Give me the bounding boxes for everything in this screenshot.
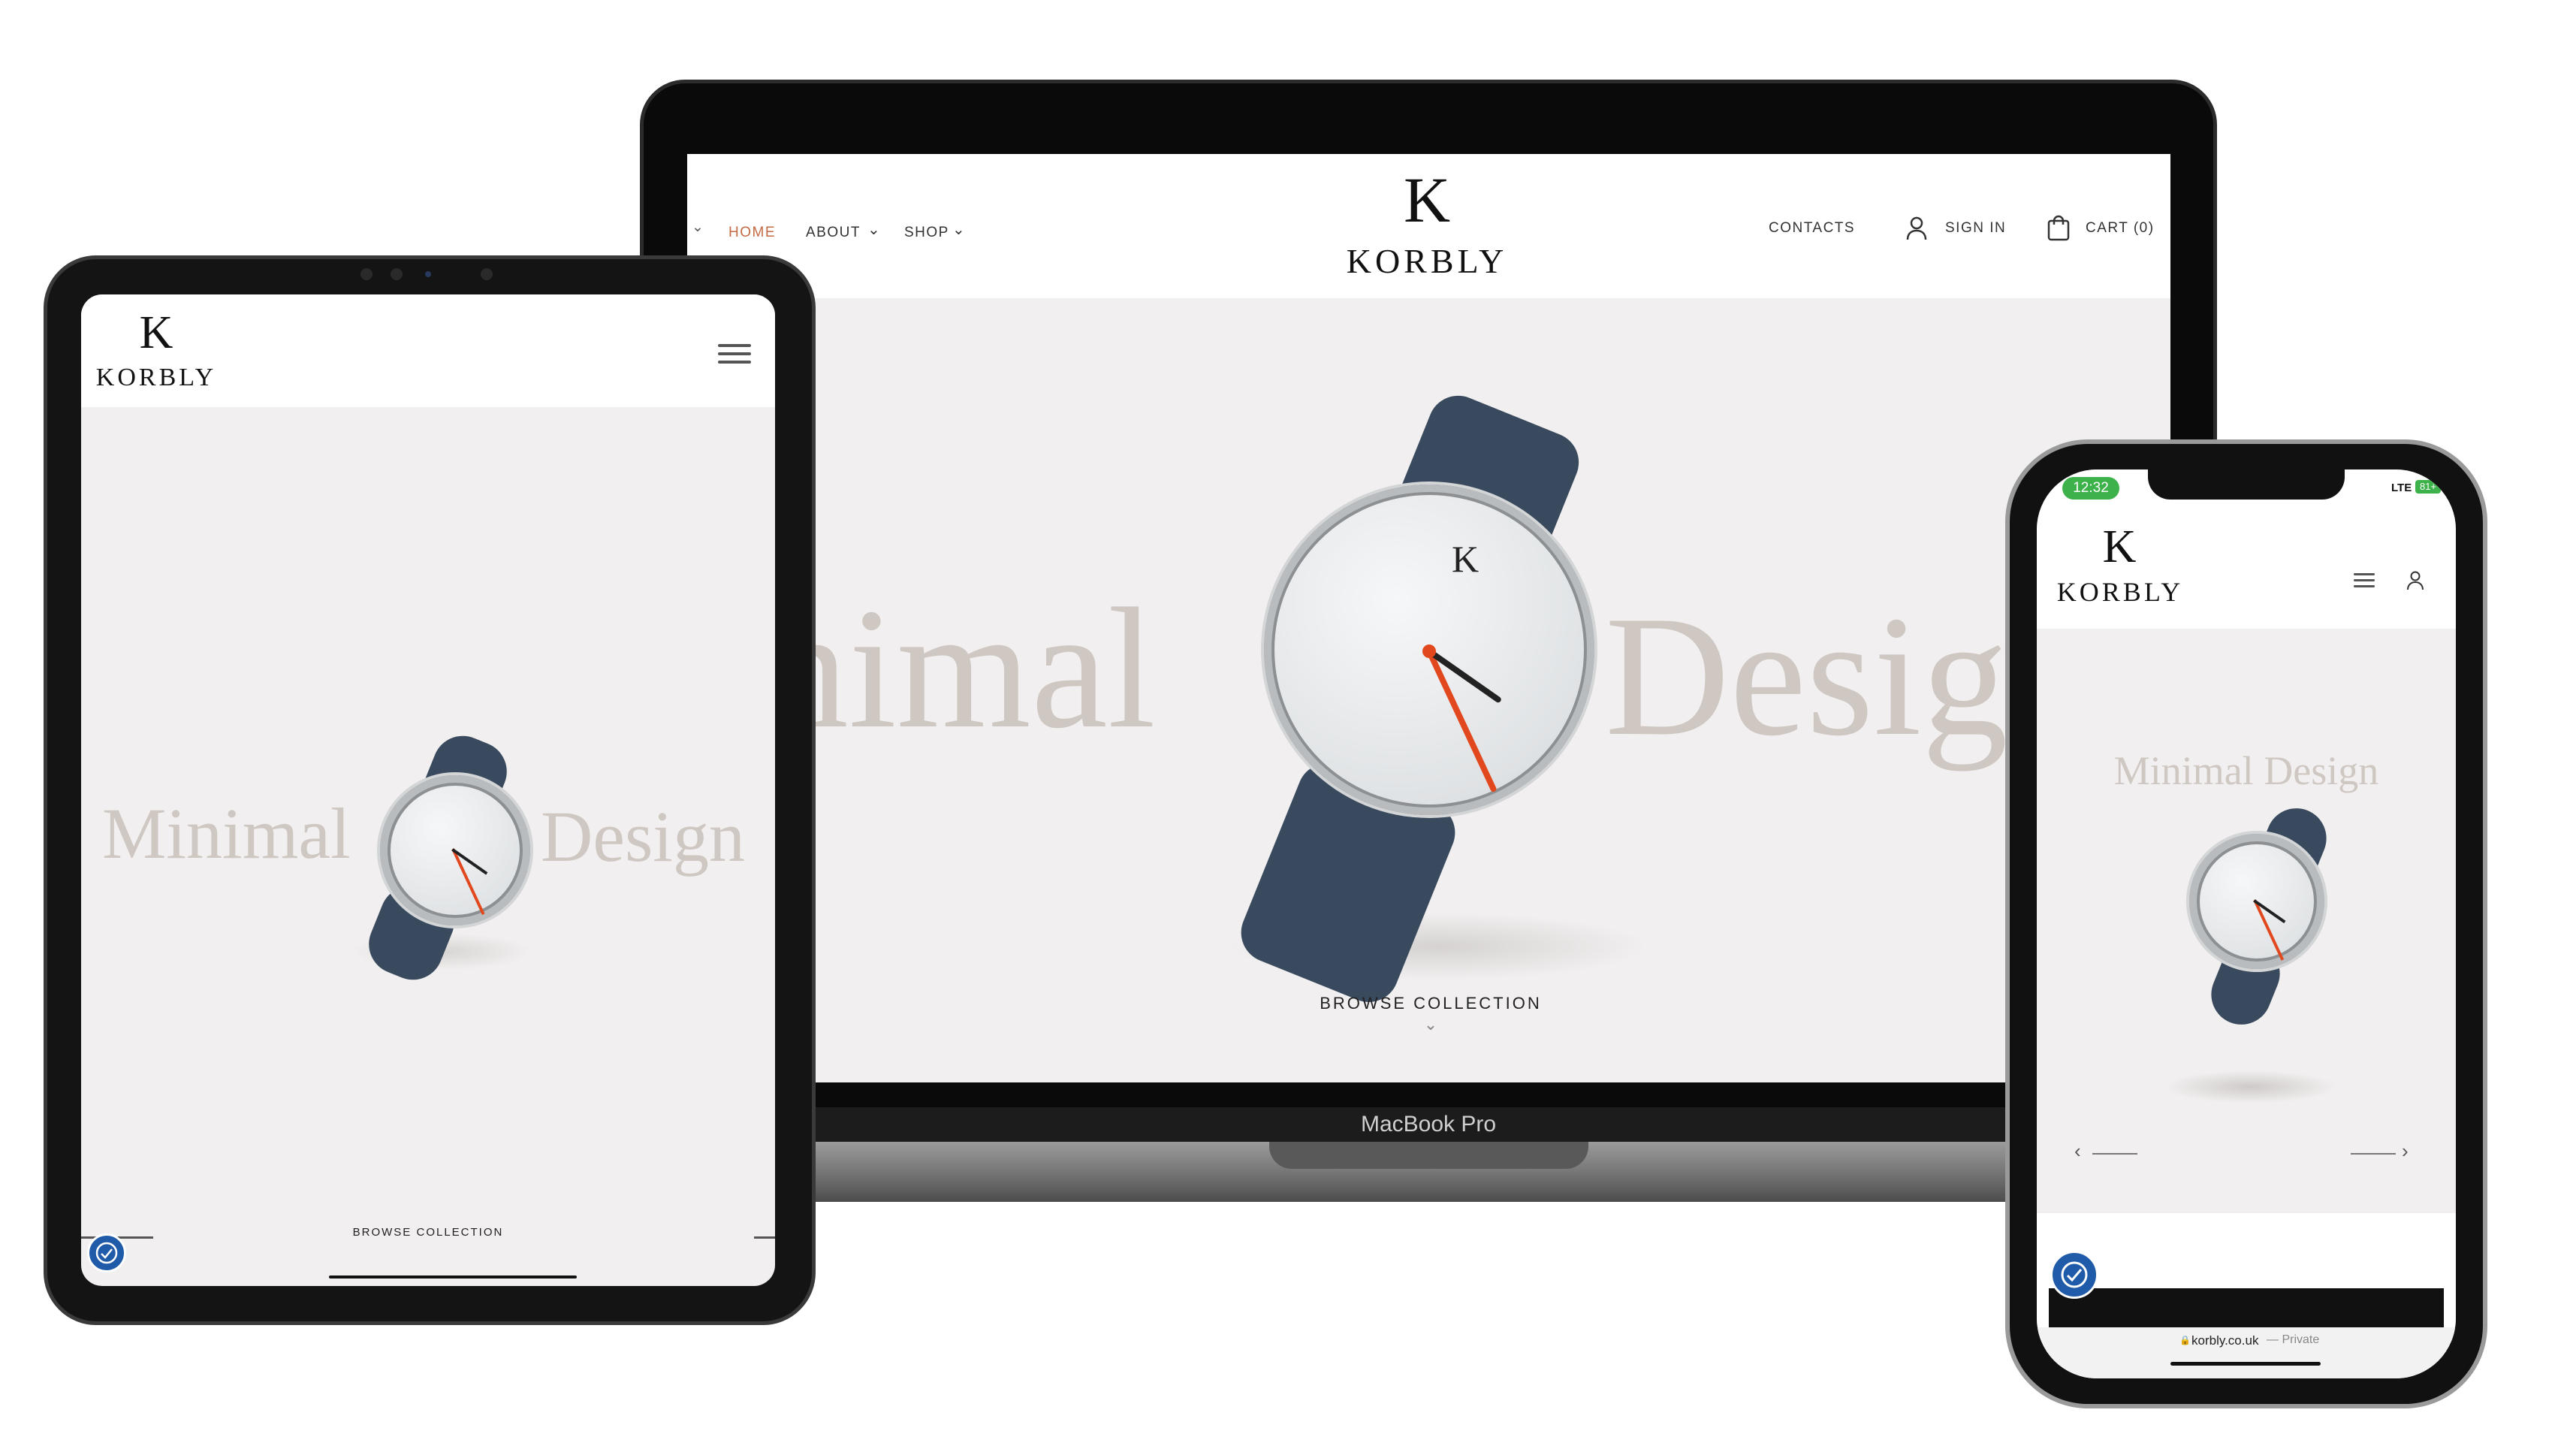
nav-about[interactable]: ABOUT — [806, 225, 861, 241]
chevron-down-icon: ⌄ — [952, 222, 967, 238]
laptop-screen: ⌄ HOME ABOUT ⌄ SHOP ⌄ K KORBLY CONTACTS … — [687, 154, 2170, 1082]
browse-collection-link[interactable]: BROWSE COLLECTION — [1303, 994, 1558, 1013]
browser-bar: 🔒 korbly.co.uk — Private — [2037, 1327, 2456, 1378]
watch-second-hand — [1425, 647, 1498, 793]
logo-monogram: K — [1403, 164, 1451, 236]
home-indicator — [329, 1275, 577, 1278]
watch-image[interactable] — [380, 775, 530, 925]
chevron-down-icon[interactable]: ⌄ — [1422, 1015, 1440, 1034]
logo-monogram: K — [2102, 521, 2137, 572]
arrow-right-icon[interactable]: › — [2351, 1140, 2418, 1165]
status-bar: 12:32 LTE 81+ — [2037, 469, 2456, 519]
accessibility-icon[interactable] — [87, 1233, 126, 1272]
watch-image[interactable] — [2189, 834, 2324, 969]
status-time: 12:32 — [2062, 477, 2119, 500]
lock-icon: 🔒 — [2179, 1335, 2191, 1345]
status-network: LTE — [2391, 482, 2412, 494]
hero-text-left: Minimal — [102, 793, 351, 874]
watch-image[interactable]: K — [1264, 485, 1594, 815]
logo-wordmark[interactable]: KORBLY — [89, 364, 224, 392]
phone-dark-banner — [2049, 1288, 2444, 1333]
user-icon[interactable] — [2406, 570, 2424, 591]
tablet-screen: K KORBLY Minimal Design BROWSE COLLECTIO… — [81, 294, 775, 1286]
user-icon[interactable] — [1905, 216, 1928, 241]
watch-center — [1422, 645, 1436, 658]
chevron-down-icon: ⌄ — [867, 222, 882, 238]
slider-line-right — [754, 1236, 775, 1239]
logo-wordmark[interactable]: KORBLY — [2049, 576, 2191, 608]
hero-text-right: Design — [541, 796, 745, 877]
device-label: MacBook Pro — [1360, 1112, 1497, 1137]
tablet-camera — [360, 267, 496, 283]
phone-header: K KORBLY — [2037, 519, 2456, 629]
phone-notch — [2148, 469, 2345, 500]
hero-text-left: nimal — [762, 572, 1156, 764]
nav-cart[interactable]: CART (0) — [2086, 220, 2155, 237]
home-indicator — [2170, 1362, 2321, 1366]
tablet-header: K KORBLY — [81, 294, 775, 407]
laptop-notch — [1269, 1142, 1588, 1169]
watch-shadow — [2164, 1070, 2337, 1103]
laptop-header: ⌄ HOME ABOUT ⌄ SHOP ⌄ K KORBLY CONTACTS … — [687, 154, 2170, 298]
watch-logo: K — [1452, 538, 1480, 580]
browse-collection-link[interactable]: BROWSE COLLECTION — [315, 1226, 541, 1239]
nav-shop[interactable]: SHOP — [904, 225, 949, 241]
hero-text: Minimal Design — [2113, 748, 2379, 793]
laptop-chin: MacBook Pro — [640, 1107, 2217, 1145]
url-text[interactable]: korbly.co.uk — [2191, 1333, 2258, 1348]
hamburger-icon[interactable] — [718, 344, 751, 369]
chevron-down-icon: ⌄ — [692, 219, 705, 235]
accessibility-icon[interactable] — [2050, 1251, 2098, 1299]
nav-contacts[interactable]: CONTACTS — [1769, 220, 1855, 237]
phone-screen: 12:32 LTE 81+ K KORBLY Minimal Design ‹ … — [2037, 469, 2456, 1378]
hamburger-icon[interactable] — [2354, 573, 2375, 593]
cart-icon[interactable] — [2047, 214, 2071, 241]
logo-monogram: K — [139, 307, 173, 358]
status-battery: 81+ — [2415, 480, 2441, 494]
url-private: — Private — [2267, 1333, 2320, 1346]
arrow-left-icon[interactable]: ‹ — [2074, 1140, 2142, 1165]
nav-home[interactable]: HOME — [728, 225, 776, 241]
nav-sign-in[interactable]: SIGN IN — [1945, 220, 2006, 237]
hero-text-right: Desig — [1605, 580, 2008, 771]
logo-wordmark[interactable]: KORBLY — [1329, 241, 1525, 281]
